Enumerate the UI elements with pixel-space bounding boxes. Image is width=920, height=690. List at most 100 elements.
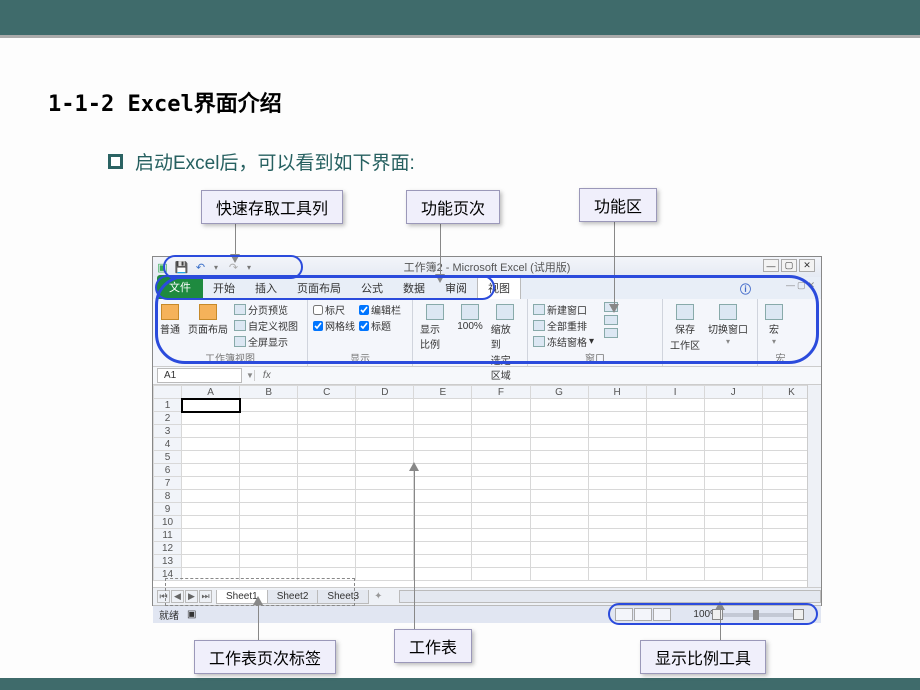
zoom-slider[interactable]: [723, 613, 793, 617]
cell[interactable]: [182, 542, 240, 555]
tab-file[interactable]: 文件: [157, 275, 203, 299]
cell[interactable]: [530, 568, 588, 581]
cell[interactable]: [646, 412, 704, 425]
cell[interactable]: [240, 503, 298, 516]
chk-ruler[interactable]: 标尺: [313, 302, 355, 317]
cell[interactable]: [298, 503, 356, 516]
cell[interactable]: [356, 490, 414, 503]
unhide-icon[interactable]: [604, 328, 618, 338]
cell[interactable]: [704, 451, 762, 464]
cell[interactable]: [646, 516, 704, 529]
cell[interactable]: [704, 516, 762, 529]
view-normal-icon[interactable]: [615, 608, 633, 621]
row-header-14[interactable]: 14: [154, 568, 182, 581]
cell[interactable]: [472, 438, 530, 451]
cell[interactable]: [182, 503, 240, 516]
cell[interactable]: [588, 451, 646, 464]
cell[interactable]: [704, 477, 762, 490]
cell[interactable]: [240, 568, 298, 581]
cell[interactable]: [646, 503, 704, 516]
cell[interactable]: [240, 516, 298, 529]
tab-data[interactable]: 数据: [393, 277, 435, 299]
btn-normal-view[interactable]: 普通: [158, 302, 182, 349]
cell[interactable]: [356, 516, 414, 529]
cell[interactable]: [414, 451, 472, 464]
name-box[interactable]: A1: [157, 368, 242, 383]
cell[interactable]: [298, 425, 356, 438]
tab-formulas[interactable]: 公式: [351, 277, 393, 299]
row-header-2[interactable]: 2: [154, 412, 182, 425]
cell[interactable]: [298, 529, 356, 542]
cell[interactable]: [240, 490, 298, 503]
row-header-13[interactable]: 13: [154, 555, 182, 568]
cell[interactable]: [414, 477, 472, 490]
row-header-5[interactable]: 5: [154, 451, 182, 464]
cell[interactable]: [530, 451, 588, 464]
cell[interactable]: [356, 529, 414, 542]
cell[interactable]: [530, 438, 588, 451]
col-header-J[interactable]: J: [704, 386, 762, 399]
cell[interactable]: [298, 464, 356, 477]
undo-dropdown-icon[interactable]: ▾: [214, 263, 218, 272]
row-header-3[interactable]: 3: [154, 425, 182, 438]
cell[interactable]: [530, 529, 588, 542]
cell[interactable]: [182, 399, 240, 412]
cell[interactable]: [240, 399, 298, 412]
cell[interactable]: [646, 477, 704, 490]
btn-page-layout-view[interactable]: 页面布局: [186, 302, 230, 349]
row-header-1[interactable]: 1: [154, 399, 182, 412]
cell[interactable]: [298, 542, 356, 555]
cell[interactable]: [704, 490, 762, 503]
cell[interactable]: [588, 529, 646, 542]
cell[interactable]: [414, 542, 472, 555]
cell[interactable]: [472, 425, 530, 438]
cell[interactable]: [240, 542, 298, 555]
cell[interactable]: [240, 438, 298, 451]
fx-icon[interactable]: fx: [254, 370, 279, 381]
cell[interactable]: [240, 451, 298, 464]
btn-zoom[interactable]: 显示比例: [418, 302, 451, 384]
cell[interactable]: [588, 412, 646, 425]
col-header-H[interactable]: H: [588, 386, 646, 399]
chk-gridlines[interactable]: 网格线: [313, 318, 355, 333]
cell[interactable]: [704, 542, 762, 555]
cell[interactable]: [472, 542, 530, 555]
view-pagebreak-icon[interactable]: [653, 608, 671, 621]
new-sheet-icon[interactable]: ✦: [368, 591, 388, 602]
cell[interactable]: [646, 542, 704, 555]
row-header-10[interactable]: 10: [154, 516, 182, 529]
btn-save-workspace[interactable]: 保存 工作区: [668, 302, 702, 354]
btn-switch-window[interactable]: 切换窗口 ▾: [706, 302, 750, 354]
worksheet-grid[interactable]: ABCDEFGHIJK 1234567891011121314: [153, 385, 821, 587]
nav-last-icon[interactable]: ⏭: [199, 590, 212, 603]
namebox-dropdown-icon[interactable]: ▼: [246, 371, 254, 380]
btn-fullscreen[interactable]: 全屏显示: [234, 334, 298, 349]
cell[interactable]: [182, 464, 240, 477]
cell[interactable]: [646, 464, 704, 477]
cell[interactable]: [646, 555, 704, 568]
view-pagelayout-icon[interactable]: [634, 608, 652, 621]
tab-insert[interactable]: 插入: [245, 277, 287, 299]
cell[interactable]: [240, 477, 298, 490]
cell[interactable]: [240, 529, 298, 542]
gridlines-checkbox[interactable]: [313, 321, 323, 331]
cell[interactable]: [472, 464, 530, 477]
cell[interactable]: [530, 412, 588, 425]
col-header-E[interactable]: E: [414, 386, 472, 399]
headings-checkbox[interactable]: [359, 321, 369, 331]
row-header-12[interactable]: 12: [154, 542, 182, 555]
cell[interactable]: [182, 490, 240, 503]
ruler-checkbox[interactable]: [313, 305, 323, 315]
cell[interactable]: [414, 438, 472, 451]
qat-customize-icon[interactable]: ▾: [247, 263, 251, 272]
cell[interactable]: [588, 503, 646, 516]
zoom-slider-thumb[interactable]: [753, 610, 759, 620]
btn-macros[interactable]: 宏 ▾: [763, 302, 785, 348]
chk-formulabar[interactable]: 编辑栏: [359, 302, 401, 317]
chk-headings[interactable]: 标题: [359, 318, 401, 333]
cell[interactable]: [414, 568, 472, 581]
cell[interactable]: [240, 412, 298, 425]
cell[interactable]: [472, 412, 530, 425]
cell[interactable]: [704, 503, 762, 516]
col-header-D[interactable]: D: [356, 386, 414, 399]
